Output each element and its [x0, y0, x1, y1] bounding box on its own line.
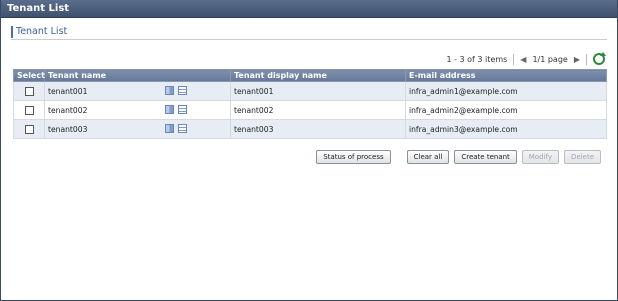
- column-header-tenant-name[interactable]: Tenant name: [44, 69, 231, 82]
- tenant-display-name: tenant001: [230, 81, 406, 101]
- select-cell: [13, 119, 45, 139]
- table-header-row: Select Tenant name Tenant display name E…: [13, 69, 607, 82]
- tenant-name[interactable]: tenant001: [48, 87, 87, 96]
- create-tenant-button[interactable]: Create tenant: [454, 150, 517, 164]
- building-icon[interactable]: [165, 86, 174, 95]
- tenant-name-cell: tenant001: [44, 81, 231, 101]
- window-title: Tenant List: [1, 0, 617, 18]
- refresh-icon[interactable]: [593, 52, 606, 65]
- status-of-process-button[interactable]: Status of process: [316, 150, 391, 164]
- tenant-display-name: tenant003: [230, 119, 406, 139]
- select-cell: [13, 81, 45, 101]
- row-checkbox[interactable]: [24, 124, 34, 134]
- clear-all-button[interactable]: Clear all: [406, 150, 450, 164]
- tenant-email: infra_admin3@example.com: [405, 119, 607, 139]
- tenant-name-cell: tenant002: [44, 100, 231, 120]
- prev-page-icon[interactable]: ◀: [520, 55, 526, 64]
- items-summary: 1 - 3 of 3 items: [446, 54, 508, 64]
- tenant-table: Select Tenant name Tenant display name E…: [13, 69, 607, 139]
- column-header-display-name[interactable]: Tenant display name: [230, 69, 406, 82]
- tenant-email: infra_admin2@example.com: [405, 100, 607, 120]
- section-title: Tenant List: [11, 25, 607, 40]
- pager: 1 - 3 of 3 items ◀ 1/1 page ▶: [446, 52, 606, 66]
- column-header-select: Select: [13, 69, 45, 82]
- next-page-icon[interactable]: ▶: [574, 55, 580, 64]
- action-buttons: Status of process Clear all Create tenan…: [311, 150, 601, 164]
- table-row[interactable]: tenant002 tenant002 infra_admin2@example…: [13, 100, 607, 120]
- tenant-display-name: tenant002: [230, 100, 406, 120]
- tenant-name[interactable]: tenant002: [48, 106, 87, 115]
- page-summary: 1/1 page: [532, 54, 568, 64]
- building-icon[interactable]: [165, 124, 174, 133]
- row-checkbox[interactable]: [24, 105, 34, 115]
- list-icon[interactable]: [178, 124, 187, 133]
- tenant-name-cell: tenant003: [44, 119, 231, 139]
- table-row[interactable]: tenant001 tenant001 infra_admin1@example…: [13, 81, 607, 101]
- pager-divider: [586, 53, 587, 65]
- list-icon[interactable]: [178, 105, 187, 114]
- building-icon[interactable]: [165, 105, 174, 114]
- tenant-list-window: Tenant List Tenant List 1 - 3 of 3 items…: [0, 0, 618, 301]
- delete-button[interactable]: Delete: [564, 150, 601, 164]
- list-icon[interactable]: [178, 86, 187, 95]
- row-checkbox[interactable]: [24, 86, 34, 96]
- table-row[interactable]: tenant003 tenant003 infra_admin3@example…: [13, 119, 607, 139]
- pager-divider: [513, 53, 515, 65]
- select-cell: [13, 100, 45, 120]
- tenant-name[interactable]: tenant003: [48, 125, 87, 134]
- column-header-email[interactable]: E-mail address: [405, 69, 607, 82]
- modify-button[interactable]: Modify: [521, 150, 559, 164]
- tenant-email: infra_admin1@example.com: [405, 81, 607, 101]
